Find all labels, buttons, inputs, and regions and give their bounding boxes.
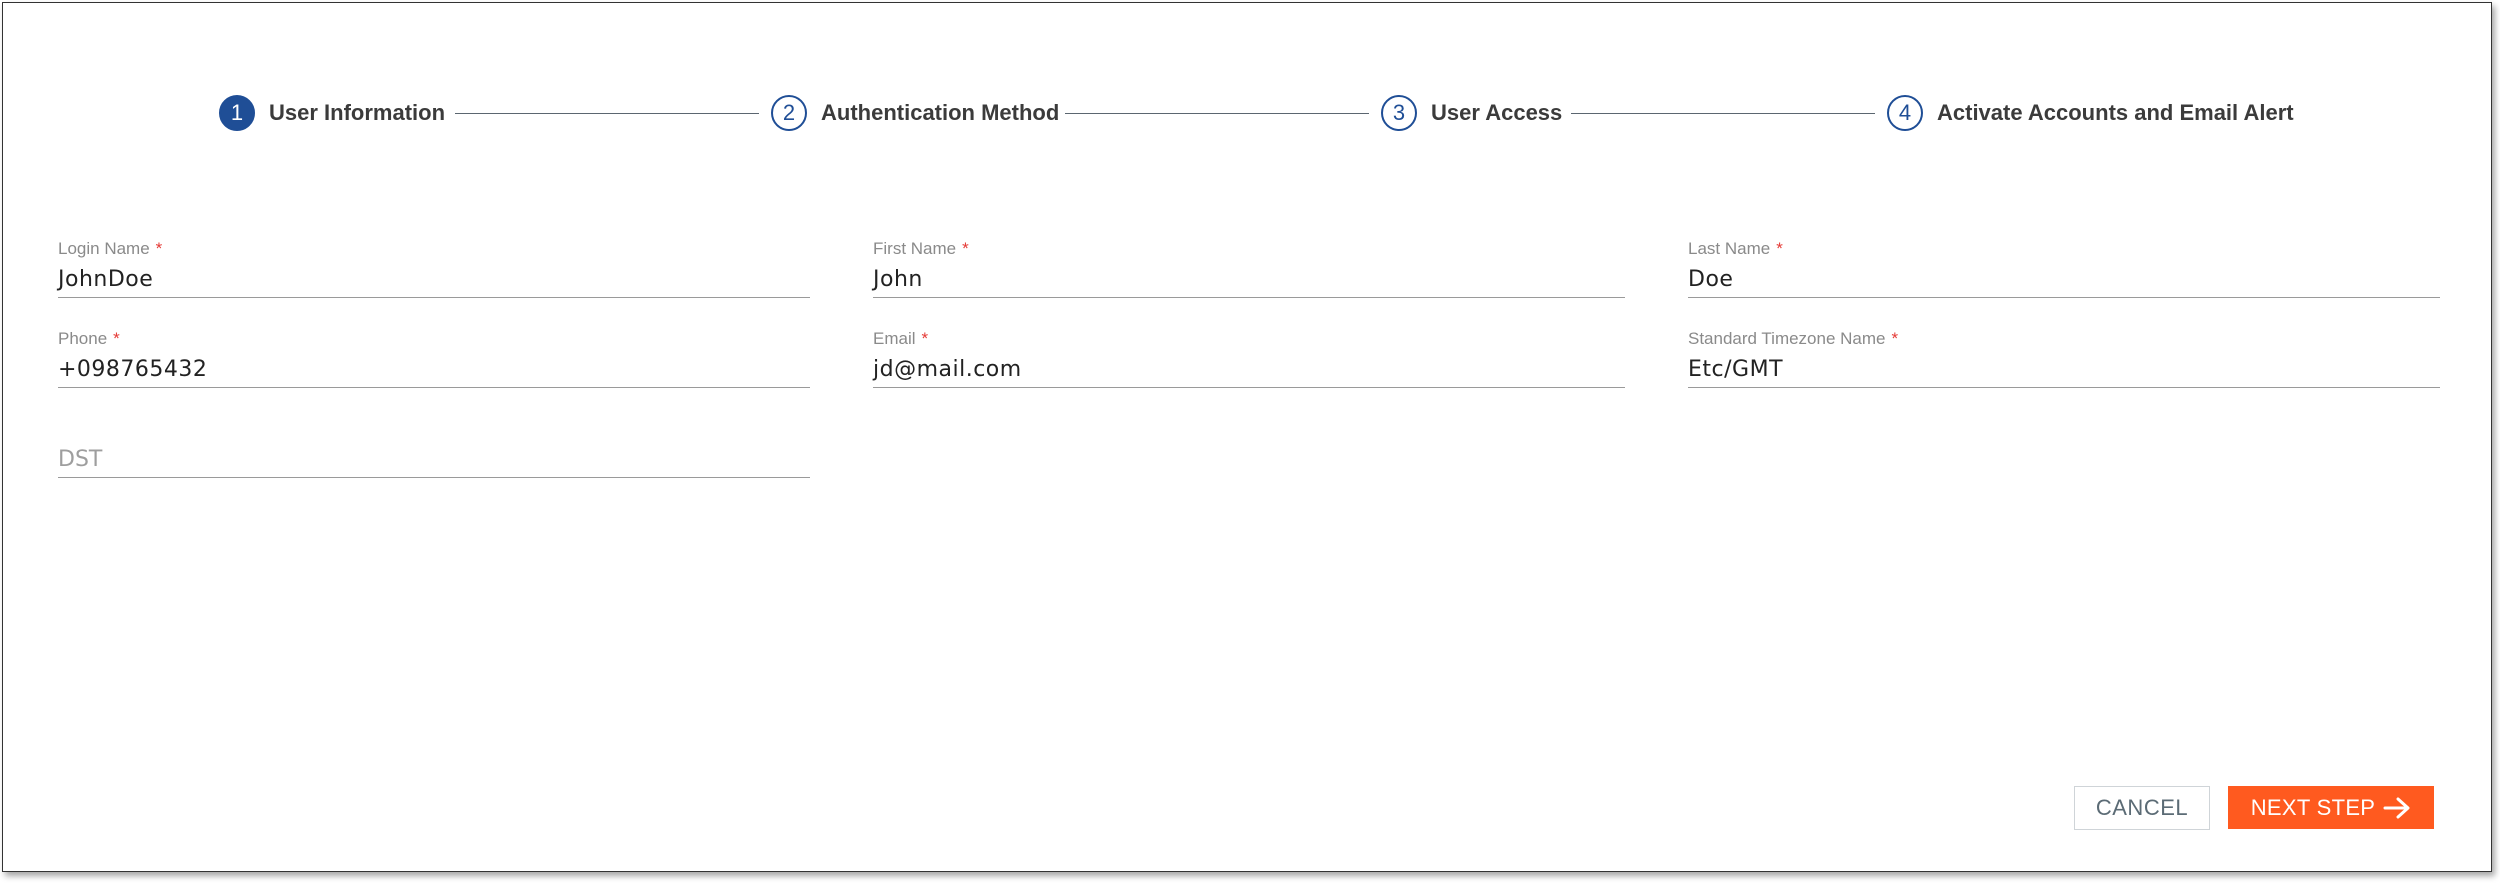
required-asterisk: * xyxy=(155,239,163,258)
login-name-field[interactable]: Login Name * JohnDoe xyxy=(58,239,810,298)
first-name-label: First Name * xyxy=(873,239,969,258)
step-authentication-method[interactable]: 2 Authentication Method xyxy=(771,93,1059,133)
step-connector xyxy=(455,113,759,114)
first-name-value: John xyxy=(873,267,923,292)
step-connector xyxy=(1065,113,1369,114)
email-field[interactable]: Email * jd@mail.com xyxy=(873,329,1625,388)
timezone-label: Standard Timezone Name * xyxy=(1688,329,1899,348)
last-name-field[interactable]: Last Name * Doe xyxy=(1688,239,2440,298)
step-number-badge: 3 xyxy=(1381,95,1417,131)
phone-label: Phone * xyxy=(58,329,120,348)
required-asterisk: * xyxy=(962,239,969,258)
next-step-button[interactable]: NEXT STEP xyxy=(2228,786,2434,829)
wizard-panel: 1 User Information 2 Authentication Meth… xyxy=(2,2,2492,872)
required-asterisk: * xyxy=(1776,239,1783,258)
arrow-right-icon xyxy=(2383,797,2410,818)
login-name-label: Login Name * xyxy=(58,239,163,258)
phone-field[interactable]: Phone * +098765432 xyxy=(58,329,810,388)
first-name-field[interactable]: First Name * John xyxy=(873,239,1625,298)
dst-placeholder: DST xyxy=(58,447,103,472)
step-label: User Access xyxy=(1431,100,1563,125)
step-connector xyxy=(1571,113,1875,114)
required-asterisk: * xyxy=(1891,329,1899,348)
step-label: Authentication Method xyxy=(821,100,1060,125)
last-name-label: Last Name * xyxy=(1688,239,1783,258)
next-step-button-label: NEXT STEP xyxy=(2250,794,2376,820)
cancel-button-label: CANCEL xyxy=(2095,795,2189,820)
timezone-field[interactable]: Standard Timezone Name * Etc/GMT xyxy=(1688,329,2440,388)
dst-field[interactable]: DST xyxy=(58,419,810,478)
last-name-value: Doe xyxy=(1688,267,1734,292)
step-user-access[interactable]: 3 User Access xyxy=(1381,93,1562,133)
step-activate-accounts[interactable]: 4 Activate Accounts and Email Alert xyxy=(1887,93,2294,133)
required-asterisk: * xyxy=(921,329,929,348)
email-value: jd@mail.com xyxy=(873,357,1022,382)
step-label: Activate Accounts and Email Alert xyxy=(1937,100,2294,125)
step-number-badge: 2 xyxy=(771,95,807,131)
phone-value: +098765432 xyxy=(58,357,208,382)
login-name-value: JohnDoe xyxy=(58,267,154,292)
timezone-value: Etc/GMT xyxy=(1688,357,1784,382)
email-label: Email * xyxy=(873,329,929,348)
step-number-badge: 4 xyxy=(1887,95,1923,131)
step-label: User Information xyxy=(269,100,446,125)
required-asterisk: * xyxy=(113,329,120,348)
step-user-information[interactable]: 1 User Information xyxy=(219,93,445,133)
step-number-badge: 1 xyxy=(219,95,255,131)
cancel-button[interactable]: CANCEL xyxy=(2074,786,2210,830)
